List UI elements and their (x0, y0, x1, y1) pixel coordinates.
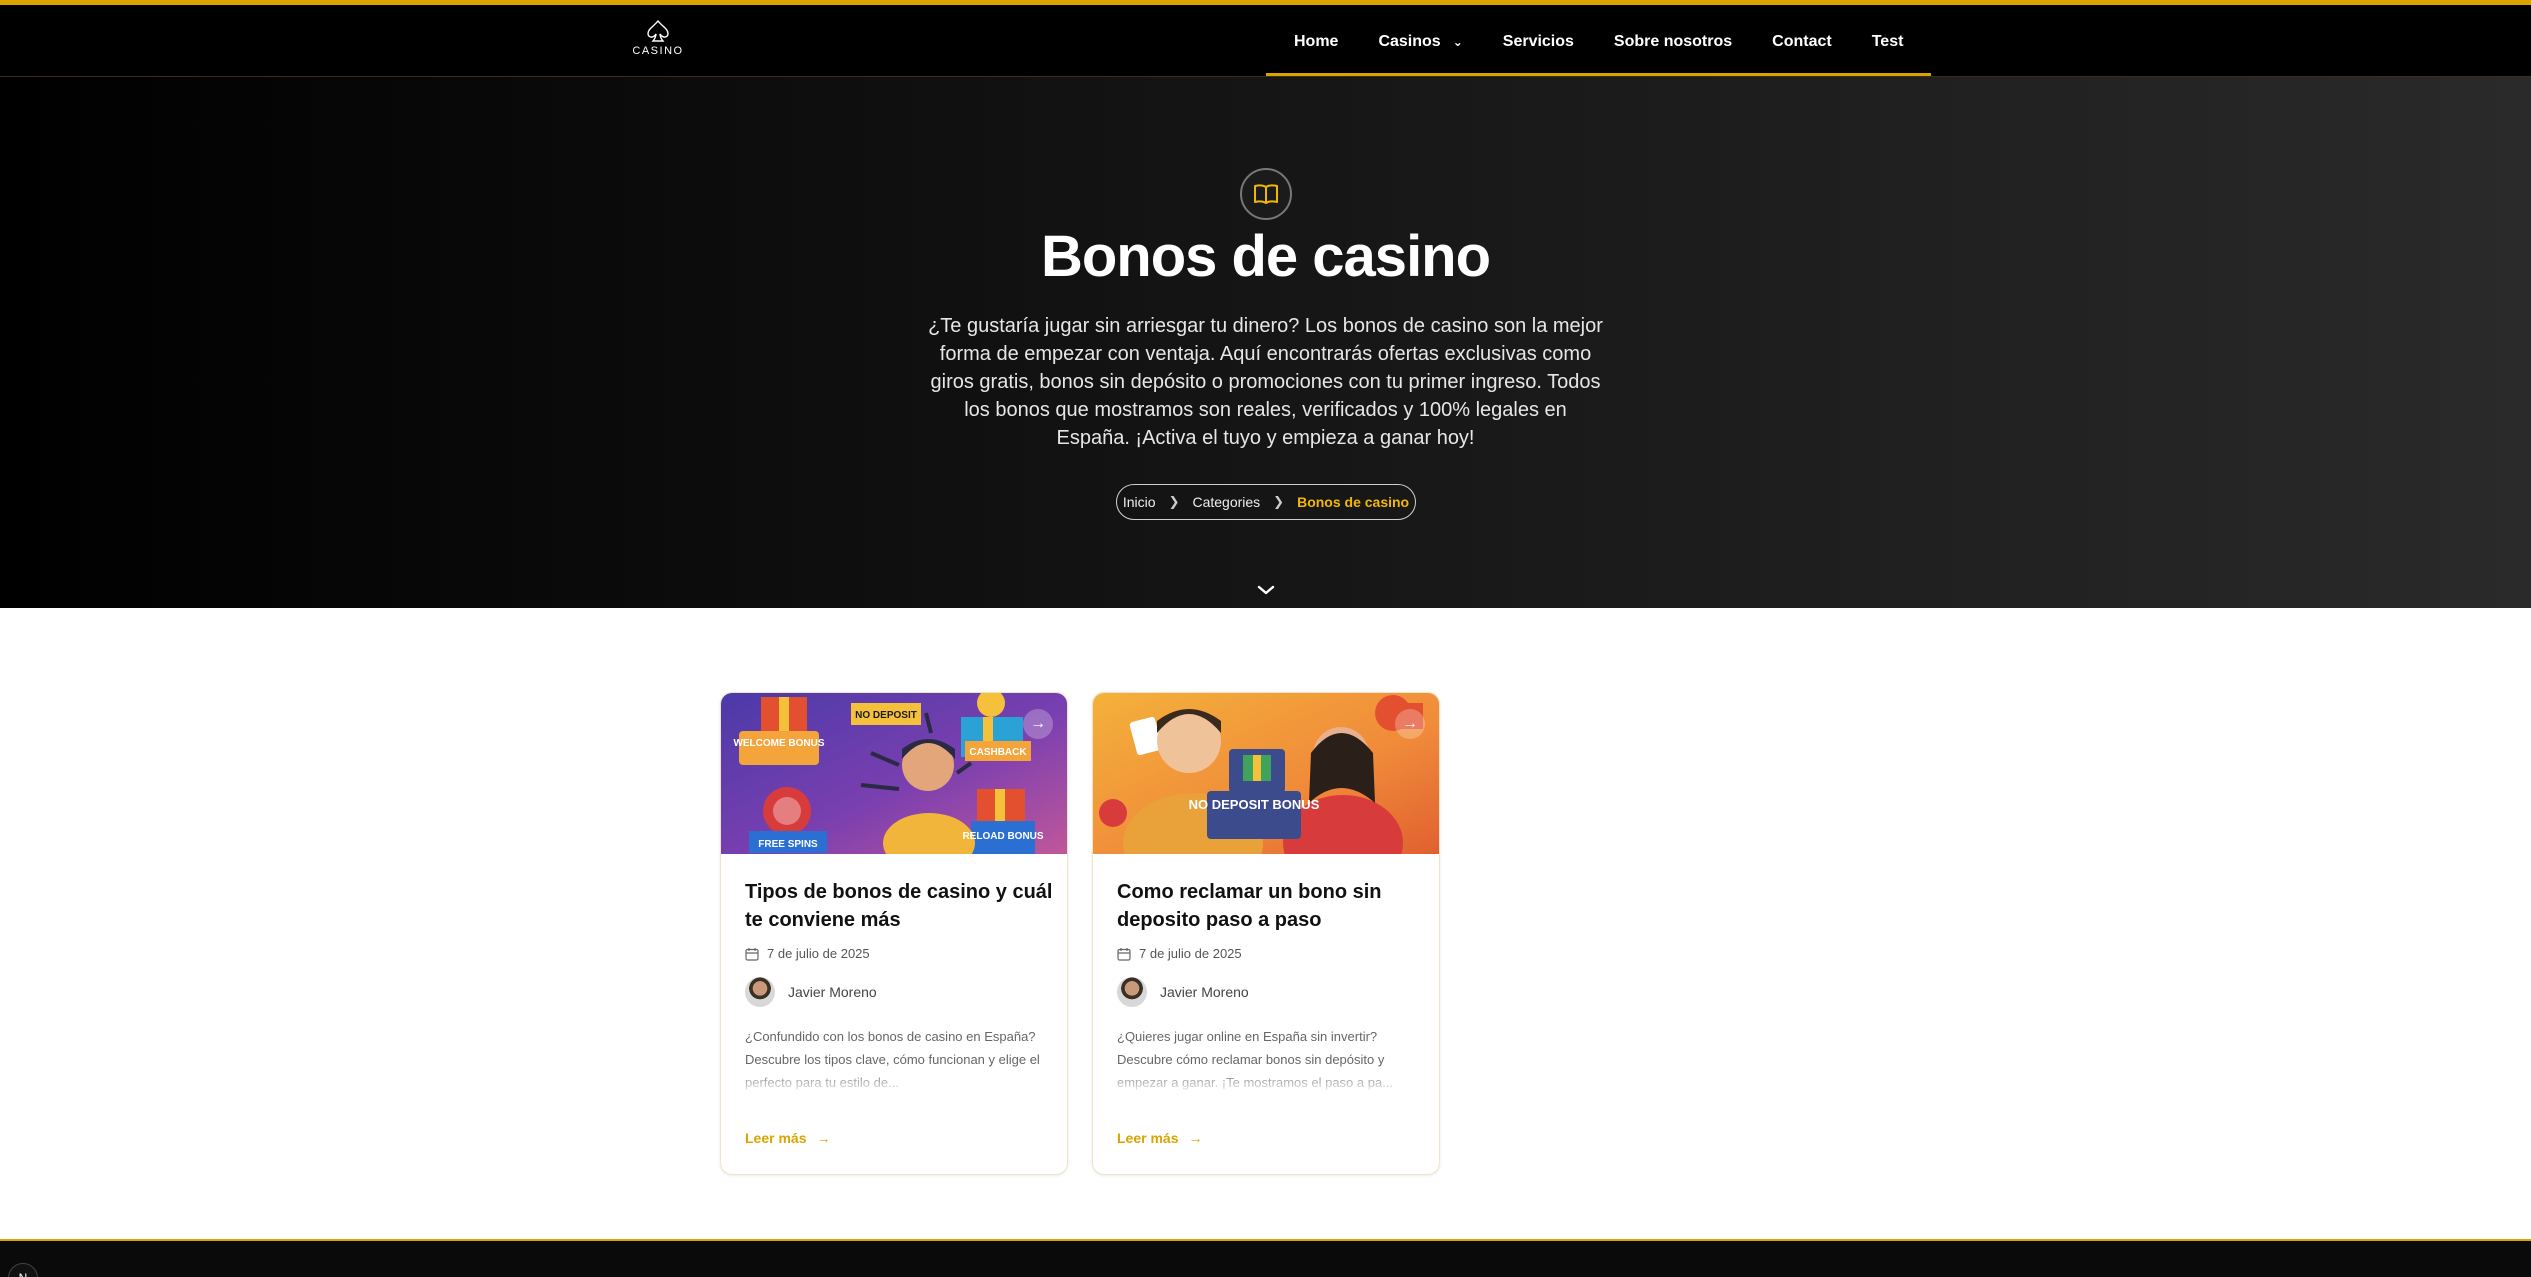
nav-test-label: Test (1871, 32, 1904, 50)
breadcrumb: Inicio ❯ Categories ❯ Bonos de casino (1116, 484, 1416, 520)
assistant-badge-icon[interactable]: N (8, 1263, 38, 1277)
image-label-nodeposit-bonus: NO DEPOSIT BONUS (1189, 797, 1320, 812)
book-open-icon (1240, 168, 1292, 220)
article-card[interactable]: NO DEPOSIT BONUS → Como reclamar un bono… (1092, 692, 1440, 1175)
author-name: Javier Moreno (1160, 984, 1249, 1000)
hero-section: Bonos de casino ¿Te gustaría jugar sin a… (0, 77, 2531, 608)
calendar-icon (1117, 947, 1131, 961)
logo-text: CASINO (632, 45, 684, 57)
chevron-right-icon: ❯ (1273, 494, 1285, 509)
avatar (1117, 977, 1147, 1007)
casino-logo[interactable]: CASINO (632, 19, 684, 67)
footer: N (0, 1239, 2531, 1277)
nav-contact[interactable]: Contact (1772, 33, 1832, 51)
avatar (745, 977, 775, 1007)
article-author[interactable]: Javier Moreno (745, 977, 877, 1007)
nav-home-label: Home (1294, 32, 1339, 50)
image-label-freespins: FREE SPINS (758, 839, 818, 850)
article-date-text: 7 de julio de 2025 (767, 946, 870, 961)
article-image[interactable]: WELCOME BONUS NO DEPOSIT CASHBACK FREE S… (721, 693, 1067, 873)
read-more-link[interactable]: Leer más → (1117, 1130, 1202, 1146)
nav-contact-label: Contact (1772, 32, 1832, 50)
breadcrumb-categories[interactable]: Categories (1192, 494, 1260, 510)
article-author[interactable]: Javier Moreno (1117, 977, 1249, 1007)
image-label-cashback: CASHBACK (969, 747, 1027, 758)
arrow-right-icon: → (1188, 1130, 1203, 1146)
article-date-text: 7 de julio de 2025 (1139, 946, 1242, 961)
nav-servicios-label: Servicios (1502, 32, 1574, 50)
spade-icon (647, 19, 669, 42)
article-card[interactable]: WELCOME BONUS NO DEPOSIT CASHBACK FREE S… (720, 692, 1068, 1175)
author-name: Javier Moreno (788, 984, 877, 1000)
read-more-label: Leer más (1117, 1130, 1179, 1146)
article-title[interactable]: Tipos de bonos de casino y cuál te convi… (745, 878, 1055, 934)
breadcrumb-current: Bonos de casino (1297, 494, 1410, 510)
top-navigation-bar: CASINO Home Casinos ⌄ Servicios Sobre nos… (0, 0, 2531, 77)
read-more-label: Leer más (745, 1130, 807, 1146)
nav-sobre-nosotros-label: Sobre nosotros (1613, 32, 1733, 50)
read-more-link[interactable]: Leer más → (745, 1130, 830, 1146)
nav-casinos[interactable]: Casinos ⌄ (1378, 33, 1462, 51)
nav-test[interactable]: Test (1872, 33, 1904, 51)
main-nav: Home Casinos ⌄ Servicios Sobre nosotros C… (1266, 10, 1932, 76)
arrow-right-icon[interactable]: → (1395, 709, 1425, 739)
nav-home[interactable]: Home (1294, 33, 1338, 51)
arrow-right-icon: → (816, 1130, 831, 1146)
arrow-right-icon[interactable]: → (1023, 709, 1053, 739)
chevron-down-icon: ⌄ (1452, 34, 1463, 49)
article-image[interactable]: NO DEPOSIT BONUS → (1093, 693, 1439, 893)
hero-description: ¿Te gustaría jugar sin arriesgar tu dine… (928, 315, 1603, 449)
image-label-welcome: WELCOME BONUS (733, 738, 824, 749)
image-label-nodeposit: NO DEPOSIT (855, 710, 917, 721)
article-date: 7 de julio de 2025 (745, 946, 870, 961)
image-label-reload: RELOAD BONUS (962, 831, 1043, 842)
article-title[interactable]: Como reclamar un bono sin deposito paso … (1117, 878, 1427, 934)
calendar-icon (745, 947, 759, 961)
article-date: 7 de julio de 2025 (1117, 946, 1242, 961)
nav-casinos-label: Casinos (1378, 32, 1441, 50)
article-excerpt: ¿Quieres jugar online en España sin inve… (1117, 1025, 1417, 1095)
breadcrumb-inicio[interactable]: Inicio (1123, 494, 1156, 510)
chevron-right-icon: ❯ (1168, 494, 1180, 509)
nav-servicios[interactable]: Servicios (1503, 33, 1574, 51)
article-excerpt: ¿Confundido con los bonos de casino en E… (745, 1025, 1045, 1095)
scroll-down-chevron-icon[interactable] (1253, 577, 1279, 603)
page-title: Bonos de casino (1040, 224, 1491, 289)
nav-sobre-nosotros[interactable]: Sobre nosotros (1614, 33, 1732, 51)
